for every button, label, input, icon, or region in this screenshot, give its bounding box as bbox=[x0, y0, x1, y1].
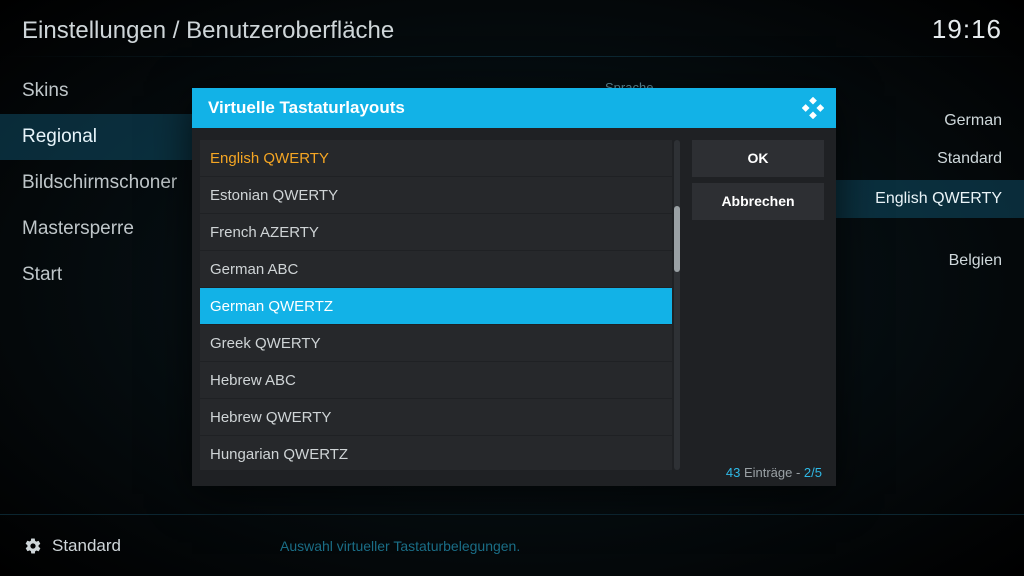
footer-hint: Auswahl virtueller Tastaturbelegungen. bbox=[280, 538, 520, 554]
cancel-button[interactable]: Abbrechen bbox=[692, 183, 824, 220]
kodi-icon bbox=[802, 97, 824, 119]
setting-value-language[interactable]: German bbox=[944, 112, 1002, 130]
entries-count: 43 bbox=[726, 465, 740, 480]
layout-option[interactable]: French AZERTY bbox=[200, 214, 672, 251]
layout-option[interactable]: Hungarian QWERTZ bbox=[200, 436, 672, 470]
entries-sep: - bbox=[792, 465, 804, 480]
footer: Standard Auswahl virtueller Tastaturbele… bbox=[0, 514, 1024, 576]
setting-value-keyboard[interactable]: English QWERTY bbox=[835, 180, 1024, 218]
ok-button[interactable]: OK bbox=[692, 140, 824, 177]
layout-option[interactable]: Hebrew ABC bbox=[200, 362, 672, 399]
dialog-body: English QWERTYEstonian QWERTYFrench AZER… bbox=[192, 128, 836, 486]
dialog-title: Virtuelle Tastaturlayouts bbox=[208, 98, 405, 118]
settings-level-label: Standard bbox=[52, 536, 121, 556]
header: Einstellungen / Benutzeroberfläche 19:16 bbox=[22, 14, 1002, 45]
dialog-buttons: OK Abbrechen bbox=[692, 140, 824, 226]
settings-level[interactable]: Standard bbox=[0, 536, 121, 556]
dialog-footer: 43 Einträge - 2/5 bbox=[726, 465, 822, 480]
app-root: Einstellungen / Benutzeroberfläche 19:16… bbox=[0, 0, 1024, 576]
dialog-header: Virtuelle Tastaturlayouts bbox=[192, 88, 836, 128]
layout-option[interactable]: Estonian QWERTY bbox=[200, 177, 672, 214]
divider bbox=[0, 56, 1024, 57]
layout-option[interactable]: German QWERTZ bbox=[200, 288, 672, 325]
layout-option[interactable]: Hebrew QWERTY bbox=[200, 399, 672, 436]
setting-value-country[interactable]: Belgien bbox=[949, 252, 1002, 270]
gear-icon bbox=[24, 537, 42, 555]
layout-option[interactable]: English QWERTY bbox=[200, 140, 672, 177]
layout-option[interactable]: German ABC bbox=[200, 251, 672, 288]
layout-option[interactable]: Greek QWERTY bbox=[200, 325, 672, 362]
page-indicator: 2/5 bbox=[804, 465, 822, 480]
page-title: Einstellungen / Benutzeroberfläche bbox=[22, 17, 394, 45]
scrollbar[interactable] bbox=[674, 140, 680, 470]
clock: 19:16 bbox=[932, 14, 1002, 45]
scrollbar-thumb[interactable] bbox=[674, 206, 680, 272]
entries-word: Einträge bbox=[744, 465, 792, 480]
dialog-keyboard-layouts: Virtuelle Tastaturlayouts English QWERTY… bbox=[192, 88, 836, 486]
layout-list: English QWERTYEstonian QWERTYFrench AZER… bbox=[200, 140, 672, 470]
setting-value-standard[interactable]: Standard bbox=[937, 150, 1002, 168]
